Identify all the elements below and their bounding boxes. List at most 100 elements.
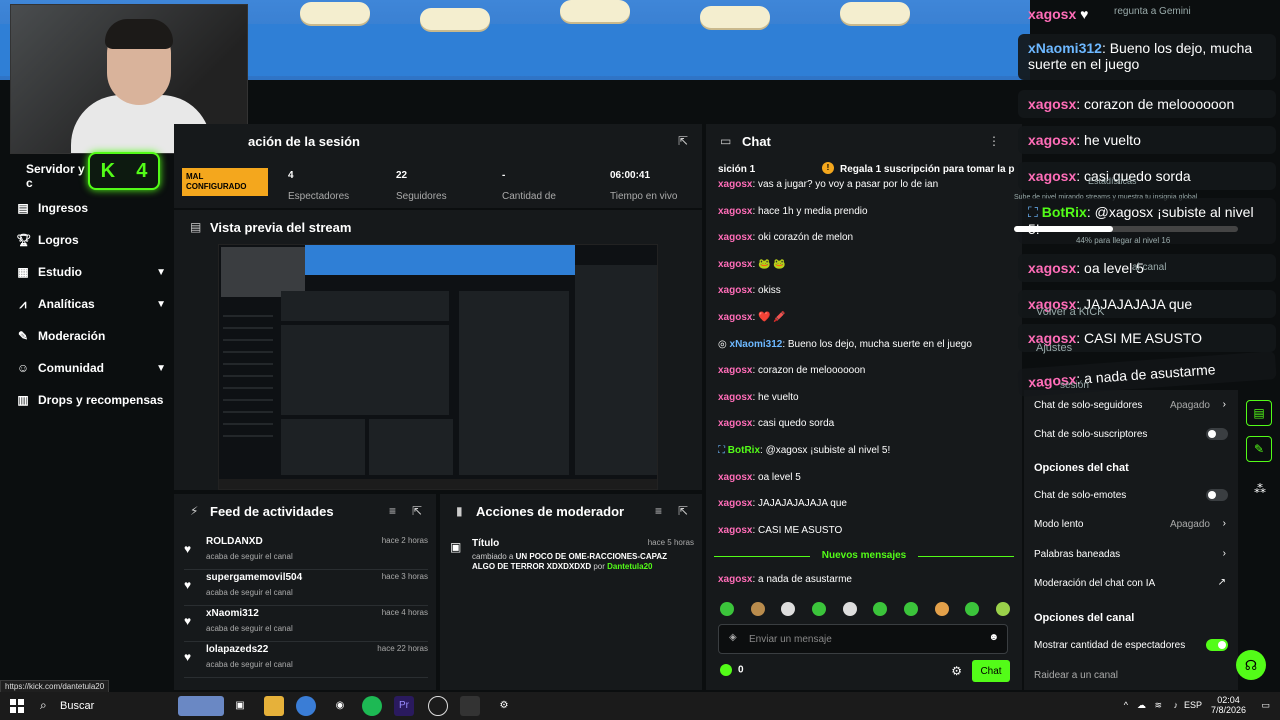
spotify-icon[interactable] [362,696,382,716]
level-progress-fill [1014,226,1113,232]
chat-user[interactable]: xagosx [718,259,752,270]
receipt-icon: ▤ [17,201,29,215]
cloud-icon[interactable]: ☁ [1137,700,1146,711]
session-title: ación de la sesión [248,134,360,149]
emote-icon[interactable] [965,602,980,616]
feed-user[interactable]: lolapazeds22 [206,644,268,655]
feed-user[interactable]: ROLDANXD [206,536,263,547]
win-pane [10,707,16,713]
overlay-text: : corazon de meloooooon [1076,96,1235,112]
stat-label: Cantidad de [502,191,556,202]
feed-user[interactable]: xNaomi312 [206,608,259,619]
setting-slow-mode[interactable]: Modo lento Apagado › [1034,515,1228,535]
sidebar-item-logros[interactable]: 🏆︎ Logros [16,224,166,256]
emote-icon[interactable] [720,602,734,616]
emote-icon[interactable] [781,602,796,616]
preview-block [459,291,569,475]
feed-user[interactable]: supergamemovil504 [206,572,302,583]
emote-icon[interactable] [995,602,1010,616]
chat-user[interactable]: xagosx [718,418,752,429]
sidebar-item-drops[interactable]: ▥ Drops y recompensas [16,384,166,416]
new-messages-divider[interactable]: Nuevos mensajes [714,550,1014,562]
chat-user[interactable]: xagosx [718,312,752,323]
chat-user[interactable]: xagosx [718,206,752,217]
chat-message: xagosx: casi quedo sorda [718,417,1014,444]
steam-icon[interactable]: ◉ [330,696,350,716]
chat-user[interactable]: xagosx [718,392,752,403]
chat-user[interactable]: xagosx [718,498,752,509]
task-view-icon[interactable]: ▣ [230,696,250,716]
sidebar-item-comunidad[interactable]: ☺ Comunidad ▼ [16,352,166,384]
language-indicator[interactable]: ESP [1184,700,1202,710]
sidebar-item-moderacion[interactable]: ✎ Moderación [16,320,166,352]
chat-user[interactable]: xagosx [718,472,752,483]
emotes-only-toggle[interactable] [1206,489,1228,501]
news-widget-icon[interactable] [178,696,224,716]
volume-icon[interactable]: ♪ [1174,700,1179,710]
emote-icon[interactable] [934,602,949,616]
chat-user[interactable]: xagosx [718,525,752,536]
windows-start-icon[interactable] [10,699,24,713]
wrench-icon[interactable]: ✎ [1246,436,1272,462]
emote-icon[interactable] [903,602,918,616]
chat-user[interactable]: xagosx [718,285,752,296]
emote-icon[interactable] [811,602,826,616]
overlay-ghost-text: Volver a KICK [1036,306,1105,318]
notifications-icon[interactable]: ▭ [1261,700,1270,711]
wifi-icon[interactable]: ≋ [1154,700,1162,711]
obs-icon[interactable] [428,696,448,716]
sidebar-item-analiticas[interactable]: ⩘ Analíticas ▼ [16,288,166,320]
mod-desc-user[interactable]: Dantetula20 [607,562,652,571]
chat-user[interactable]: xNaomi312 [730,339,783,350]
expand-icon[interactable]: ⇱ [678,504,688,518]
setting-ai-moderation[interactable]: Moderación del chat con IA ↗ [1034,574,1228,594]
file-explorer-icon[interactable] [264,696,284,716]
setting-subs-only[interactable]: Chat de solo-suscriptores [1034,425,1228,445]
channel-points[interactable]: 0 [720,664,744,676]
chat-input[interactable] [749,631,969,647]
feed-desc: acaba de seguir el canal [206,660,293,669]
expand-icon[interactable]: ⇱ [412,504,422,518]
setting-banned-words[interactable]: Palabras baneadas › [1034,545,1228,565]
chat-user[interactable]: xagosx [718,365,752,376]
sidebar-item-estudio[interactable]: ▦ Estudio ▼ [16,256,166,288]
chat-user[interactable]: xagosx [718,179,752,190]
expand-icon[interactable]: ⇱ [678,134,688,148]
emote-icon[interactable] [750,602,765,616]
stream-icon[interactable]: ▤ [1246,400,1272,426]
emoji-icon[interactable]: ☻ [988,632,999,643]
send-chat-button[interactable]: Chat [972,660,1010,682]
cloud [840,2,910,24]
chrome-icon[interactable] [296,696,316,716]
chat-message: ⛶ BotRix: @xagosx ¡subiste al nivel 5! [718,444,1014,471]
chat-user[interactable]: xagosx [718,574,752,585]
support-icon[interactable]: ☊ [1236,650,1266,680]
filter-icon[interactable]: ≡ [389,504,396,518]
studio-icon: ▦ [17,265,29,279]
chat-message: xagosx: okiss [718,284,1014,311]
settings-gear-icon[interactable]: ⚙ [494,696,514,716]
setting-raid[interactable]: Raidear a un canal [1034,666,1228,686]
mod-action-title: Título [472,538,500,549]
show-viewers-toggle[interactable] [1206,639,1228,651]
stream-preview-image[interactable] [218,244,658,490]
more-icon[interactable]: ⋮ [988,134,1000,148]
chat-message: xagosx: oki corazón de melon [718,231,1014,258]
gear-icon[interactable]: ⚙ [951,664,962,678]
app-icon[interactable] [460,696,480,716]
emote-icon[interactable] [873,602,888,616]
emote-icon[interactable] [842,602,857,616]
chat-user[interactable]: BotRix [728,445,760,456]
clock[interactable]: 02:04 7/8/2026 [1211,695,1246,715]
subs-only-toggle[interactable] [1206,428,1228,440]
chevron-up-icon[interactable]: ^ [1124,700,1128,710]
premiere-icon[interactable]: Pr [394,696,414,716]
chat-user[interactable]: xagosx [718,232,752,243]
share-icon[interactable]: ⁂ [1254,482,1266,496]
sidebar-item-ingresos[interactable]: ▤ Ingresos [16,192,166,224]
setting-show-viewers[interactable]: Mostrar cantidad de espectadores [1034,636,1228,656]
feed-time: hace 4 horas [381,608,428,617]
clock-date: 7/8/2026 [1210,705,1246,715]
filter-icon[interactable]: ≡ [655,504,662,518]
setting-emotes-only[interactable]: Chat de solo-emotes [1034,486,1228,506]
